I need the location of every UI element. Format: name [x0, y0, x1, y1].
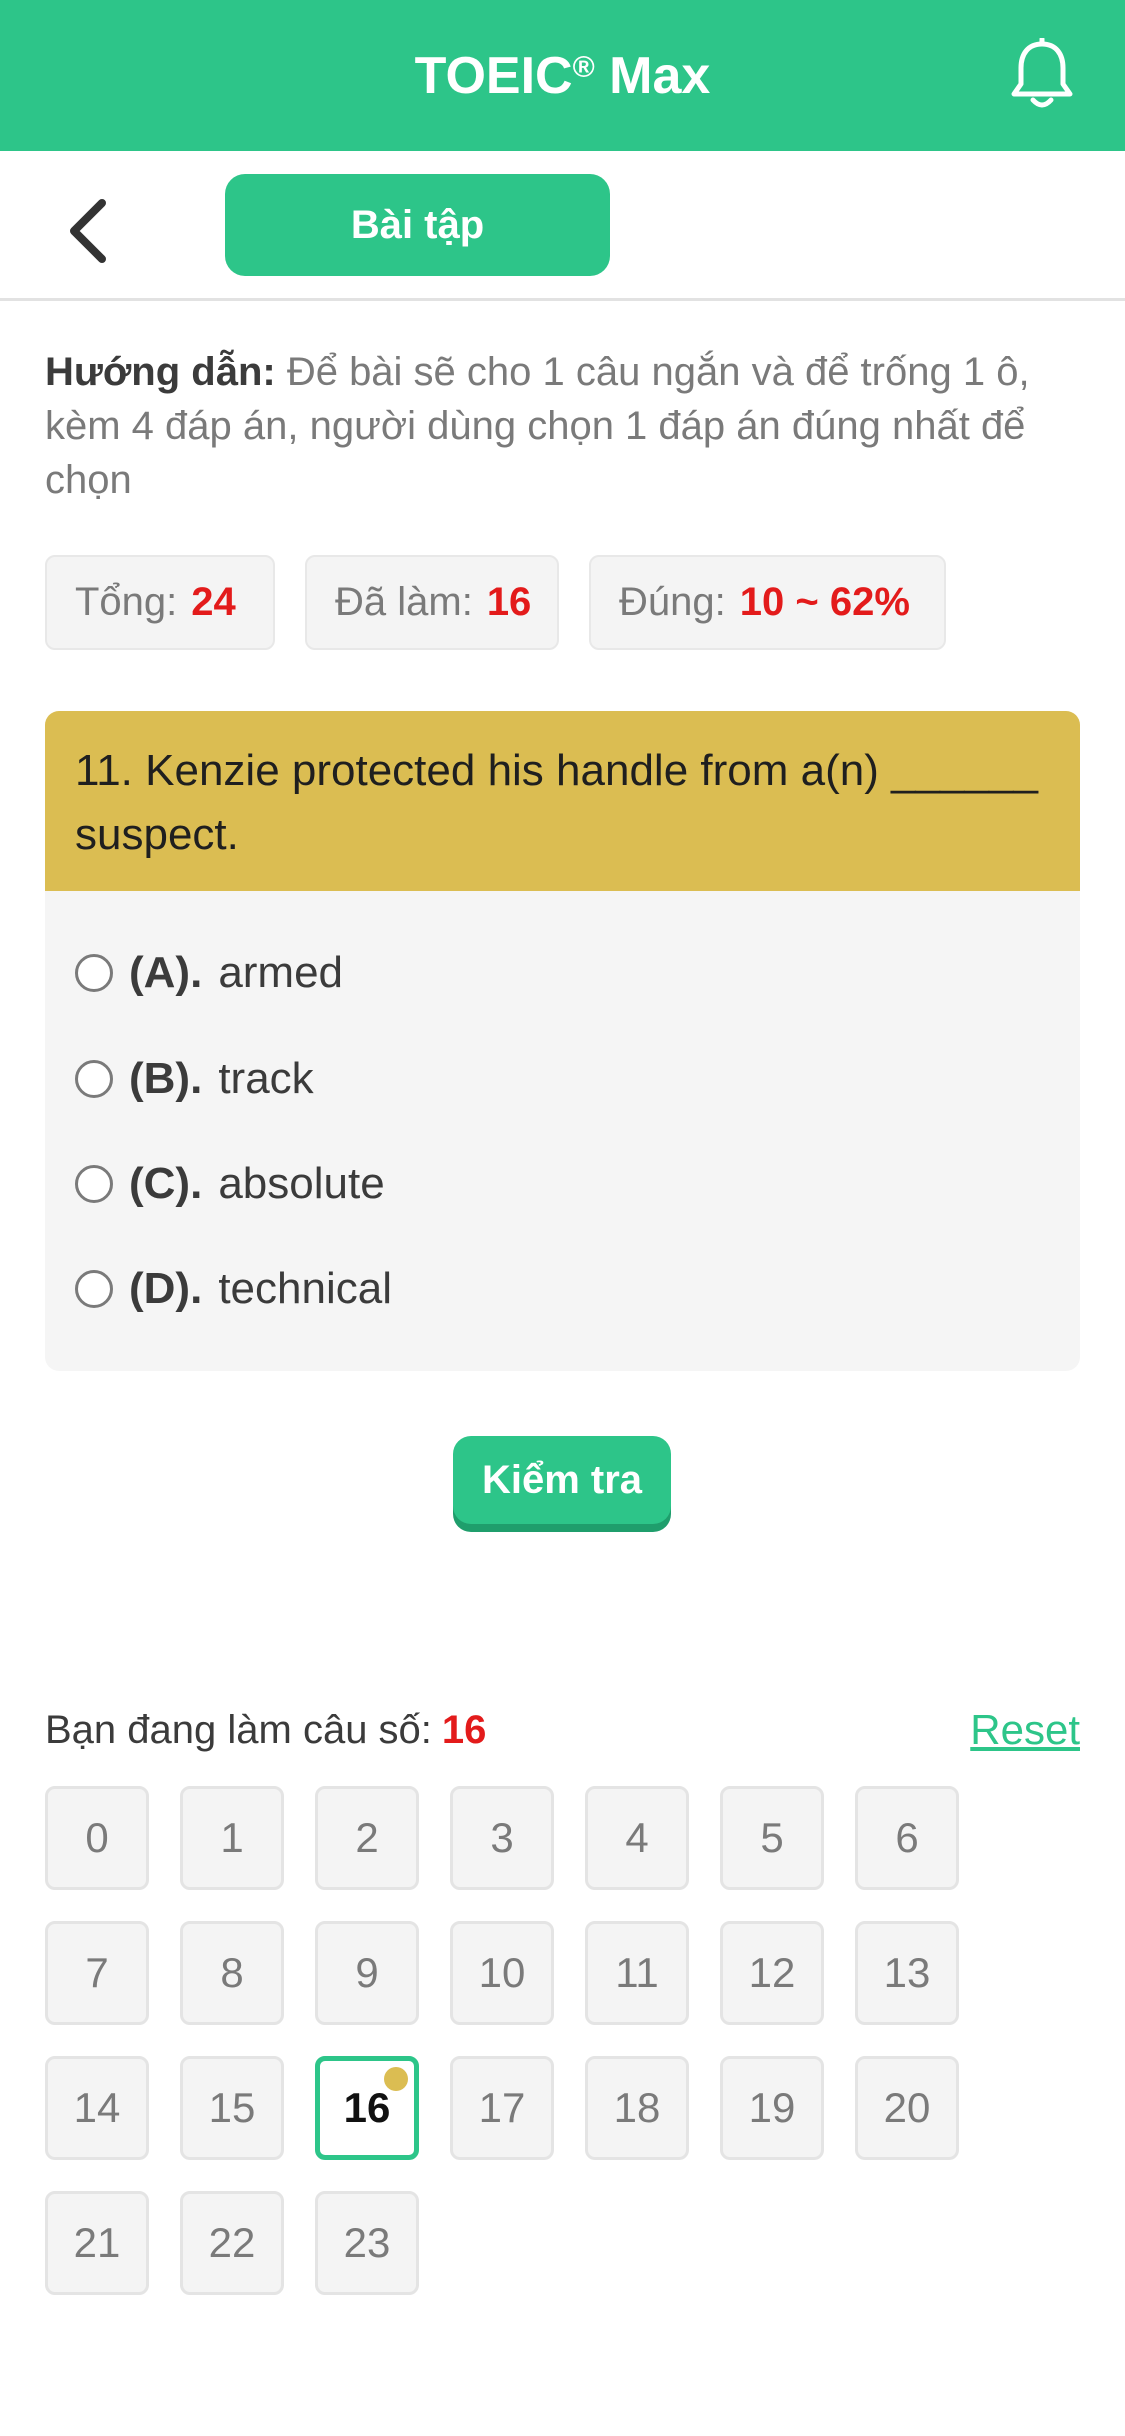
question-number-label: 0 [85, 1814, 109, 1861]
stat-total-label: Tổng: [75, 580, 178, 624]
question-number-label: 12 [748, 1949, 796, 1996]
instructions-label: Hướng dẫn: [45, 350, 276, 394]
radio-button[interactable] [75, 1165, 113, 1203]
question-number-label: 11 [615, 1949, 659, 1996]
question-number-button[interactable]: 9 [315, 1921, 419, 2025]
current-question-indicator: Bạn đang làm câu số: 16 [45, 1700, 486, 1760]
question-number-label: 10 [478, 1949, 526, 1996]
question-number-button[interactable]: 10 [450, 1921, 554, 2025]
question-number-button[interactable]: 1 [180, 1786, 284, 1890]
radio-button[interactable] [75, 1270, 113, 1308]
question-number-button[interactable]: 6 [855, 1786, 959, 1890]
option-b[interactable]: (B). track [75, 1039, 1035, 1119]
question-number-button[interactable]: 8 [180, 1921, 284, 2025]
trademark-symbol: ® [572, 50, 595, 84]
app-title-suffix: Max [594, 46, 711, 105]
question-number-button[interactable]: 13 [855, 1921, 959, 2025]
option-d[interactable]: (D). technical [75, 1249, 1035, 1329]
top-app-bar: TOEIC ® Max [0, 0, 1125, 151]
question-number-button[interactable]: 5 [720, 1786, 824, 1890]
tab-exercise[interactable]: Bài tập [225, 174, 610, 276]
question-number-label: 2 [355, 1814, 379, 1861]
question-text: 11. Kenzie protected his handle from a(n… [45, 711, 1080, 891]
app-title-text: TOEIC [414, 46, 573, 105]
question-number-label: 21 [73, 2219, 121, 2266]
option-text: track [218, 1054, 314, 1103]
question-number-label: 20 [883, 2084, 931, 2131]
question-number-label: 3 [490, 1814, 514, 1861]
question-number-active[interactable]: 16 [315, 2056, 419, 2160]
radio-button[interactable] [75, 954, 113, 992]
current-question-number: 16 [441, 1707, 487, 1752]
question-number-button[interactable]: 11 [585, 1921, 689, 2025]
question-number-button[interactable]: 3 [450, 1786, 554, 1890]
bell-icon[interactable] [1010, 38, 1074, 112]
option-text: absolute [218, 1159, 385, 1208]
question-number-label: 18 [613, 2084, 661, 2131]
question-number-button[interactable]: 12 [720, 1921, 824, 2025]
question-number-button[interactable]: 14 [45, 2056, 149, 2160]
radio-button[interactable] [75, 1060, 113, 1098]
option-letter: (A). [129, 948, 203, 997]
question-number-label: 16 [343, 2084, 391, 2131]
question-number-label: 6 [895, 1814, 919, 1861]
check-answer-button[interactable]: Kiểm tra [453, 1436, 671, 1524]
question-number-label: 14 [73, 2084, 121, 2131]
reset-link[interactable]: Reset [960, 1700, 1080, 1760]
instructions-text: Hướng dẫn: Để bài sẽ cho 1 câu ngắn và đ… [45, 345, 1085, 507]
question-number-button[interactable]: 22 [180, 2191, 284, 2295]
stat-correct: Đúng: 10 ~ 62% [589, 555, 946, 650]
question-number-label: 7 [85, 1949, 109, 1996]
question-number-label: 9 [355, 1949, 379, 1996]
option-text: technical [218, 1264, 392, 1313]
question-number-label: 15 [208, 2084, 256, 2131]
stat-done-value: 16 [486, 580, 532, 624]
question-number-button[interactable]: 15 [180, 2056, 284, 2160]
question-number-button[interactable]: 18 [585, 2056, 689, 2160]
back-arrow-icon[interactable] [62, 195, 118, 267]
option-letter: (D). [129, 1264, 203, 1313]
question-number-label: 5 [760, 1814, 784, 1861]
current-question-label: Bạn đang làm câu số: [45, 1707, 432, 1752]
question-number-button[interactable]: 21 [45, 2191, 149, 2295]
question-number-label: 17 [478, 2084, 526, 2131]
stat-correct-label: Đúng: [619, 580, 726, 624]
stat-correct-value: 10 ~ 62% [739, 580, 910, 624]
option-a[interactable]: (A). armed [75, 933, 1035, 1013]
option-letter: (C). [129, 1159, 203, 1208]
question-number-button[interactable]: 2 [315, 1786, 419, 1890]
question-number-label: 1 [220, 1814, 244, 1861]
question-number-label: 13 [883, 1949, 931, 1996]
question-number-button[interactable]: 7 [45, 1921, 149, 2025]
question-number-button[interactable]: 0 [45, 1786, 149, 1890]
option-text: armed [218, 948, 344, 997]
stat-total: Tổng: 24 [45, 555, 275, 650]
question-number-label: 8 [220, 1949, 244, 1996]
stat-done: Đã làm: 16 [305, 555, 559, 650]
question-number-button[interactable]: 20 [855, 2056, 959, 2160]
option-c[interactable]: (C). absolute [75, 1144, 1035, 1224]
question-number-button[interactable]: 17 [450, 2056, 554, 2160]
question-number-label: 23 [343, 2219, 391, 2266]
sub-navigation-bar: Bài tập [0, 151, 1125, 301]
question-number-button[interactable]: 19 [720, 2056, 824, 2160]
stat-done-label: Đã làm: [335, 580, 473, 624]
option-letter: (B). [129, 1054, 203, 1103]
question-number-label: 4 [625, 1814, 649, 1861]
answer-options: (A). armed (B). track (C). absolute (D).… [45, 891, 1080, 1371]
app-root: TOEIC ® Max Bài tập Hướng dẫn: Để bài sẽ … [0, 0, 1125, 2436]
question-number-button[interactable]: 4 [585, 1786, 689, 1890]
question-number-label: 19 [748, 2084, 796, 2131]
question-number-label: 22 [208, 2219, 256, 2266]
stat-total-value: 24 [191, 580, 236, 624]
question-number-button[interactable]: 23 [315, 2191, 419, 2295]
current-marker-dot [384, 2067, 408, 2091]
app-title: TOEIC ® Max [0, 0, 1125, 151]
